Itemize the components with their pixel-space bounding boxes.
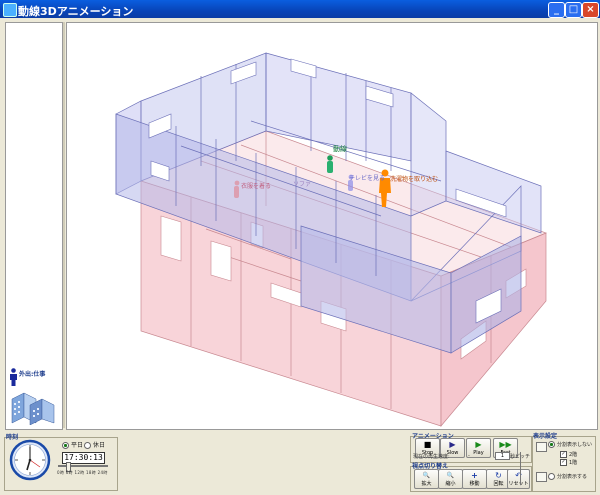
holiday-label: 休日 (93, 442, 106, 449)
title-bar: 動線3Dアニメーション _ □ × (0, 0, 600, 18)
3d-viewport[interactable]: 動線 テレビを見る 衣服を着る ソファ 洗濯物を取り込む (66, 22, 598, 430)
floor2-checkbox[interactable]: ✓ 2階 (560, 451, 577, 458)
scene-label-0: 動線 (333, 144, 347, 153)
check-icon: ✓ (560, 459, 567, 466)
split-label: 分割表示する (557, 474, 588, 480)
zoom-out-icon: 🔍 (446, 472, 455, 479)
close-button[interactable]: × (582, 2, 599, 18)
fast-icon: ▶▶ (499, 440, 512, 449)
analog-clock-icon (9, 439, 51, 481)
reset-icon: ↶ (515, 471, 522, 480)
scene-label-1: テレビを見る (349, 174, 385, 182)
split-radio[interactable]: 分割表示する (548, 473, 587, 480)
current-speed-value: - (468, 453, 470, 459)
move-icon: + (471, 471, 478, 480)
zoom-in-button[interactable]: 🔍 拡大 (414, 469, 439, 489)
floor2-label: 2階 (569, 452, 578, 458)
app-icon (3, 3, 17, 17)
floor1-label: 1階 (569, 460, 578, 466)
zoom-out-button[interactable]: 🔍 縮小 (438, 469, 463, 489)
maximize-button[interactable]: □ (565, 2, 582, 18)
character-status-panel: 外出:仕事 (5, 22, 63, 430)
display-settings-title: 表示設定 (533, 433, 558, 440)
person-icon (10, 368, 17, 386)
scene-label-3: ソファ (293, 181, 311, 188)
weekday-radio[interactable]: 平日 (62, 440, 83, 449)
floor-view-icon[interactable] (536, 472, 547, 482)
no-split-label: 分割表示しない (557, 442, 593, 448)
house-3d-model: 動線 テレビを見る 衣服を着る ソファ 洗濯物を取り込む (115, 52, 547, 427)
window-title: 動線3Dアニメーション (18, 5, 134, 18)
holiday-radio[interactable]: 休日 (84, 440, 105, 449)
slow-icon: ▶ (449, 440, 456, 449)
check-icon: ✓ (560, 451, 567, 458)
panel-splitter[interactable] (63, 22, 65, 428)
scene-label-4: 洗濯物を取り込む (390, 175, 438, 183)
scene-label-2: 衣服を着る (241, 182, 271, 190)
zoom-in-icon: 🔍 (422, 472, 431, 479)
time-slider-ticks: 0時 6時 12時 18時 24時 (57, 470, 108, 475)
weekday-label: 平日 (71, 442, 84, 449)
office-building-icon (11, 392, 55, 425)
house-view-icon[interactable] (536, 442, 547, 452)
play-icon: ▶ (475, 440, 482, 449)
no-split-radio[interactable]: 分割表示しない (548, 441, 592, 448)
stop-icon: ■ (423, 440, 432, 449)
floor1-checkbox[interactable]: ✓ 1階 (560, 459, 577, 466)
pitch-select[interactable]: 1 (495, 452, 510, 460)
minimize-button[interactable]: _ (548, 2, 565, 18)
activity-status-label: 外出:仕事 (19, 371, 46, 378)
floor-slider-track[interactable] (520, 452, 521, 485)
current-speed-label: 現在の再生速度: (413, 454, 450, 460)
reset-view-button[interactable]: ↶ リセット (507, 469, 530, 489)
pan-button[interactable]: + 移動 (462, 469, 487, 489)
